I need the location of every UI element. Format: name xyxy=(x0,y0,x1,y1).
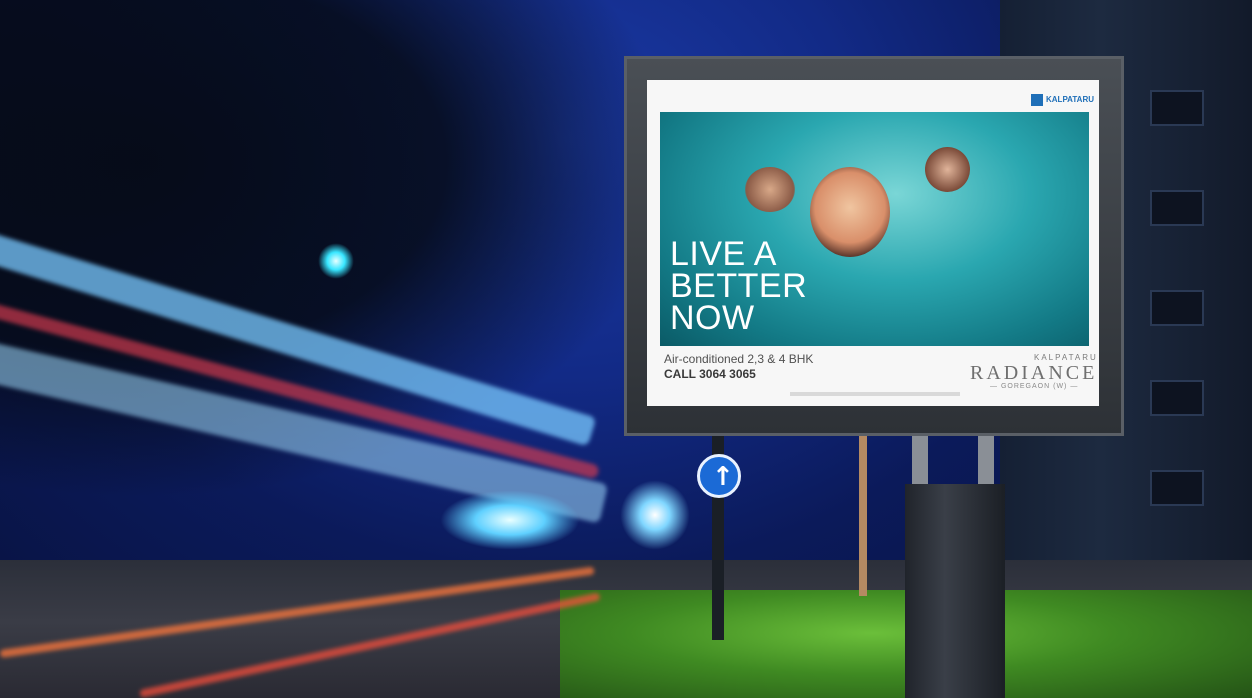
swimming-child xyxy=(745,167,795,212)
street-light xyxy=(440,490,580,550)
logo-mark-icon xyxy=(1031,94,1043,106)
billboard-pole xyxy=(912,430,928,490)
logo-text: KALPATARU xyxy=(1046,95,1094,104)
building-window xyxy=(1150,90,1204,126)
building-window xyxy=(1150,470,1204,506)
ad-headline: LIVE A BETTER NOW xyxy=(670,235,840,337)
brand-location: — GOREGAON (W) — xyxy=(990,383,1079,390)
ad-phone: CALL 3064 3065 xyxy=(664,367,756,381)
building-window xyxy=(1150,290,1204,326)
swimming-child xyxy=(925,147,970,192)
sign-post xyxy=(859,436,867,596)
headline-line: NOW xyxy=(670,299,755,337)
billboard-pole xyxy=(978,430,994,490)
developer-logo: KALPATARU xyxy=(1031,94,1094,106)
headline-line: BETTER xyxy=(670,267,808,305)
night-street-scene: KALPATARU LIVE A BETTER NOW Air-conditio… xyxy=(0,0,1252,698)
one-way-sign-icon xyxy=(697,454,741,498)
brand-top: KALPATARU xyxy=(1034,353,1098,362)
headline-line: LIVE A xyxy=(670,235,777,273)
building-window xyxy=(1150,190,1204,226)
ad-subtitle: Air-conditioned 2,3 & 4 BHK xyxy=(664,352,814,366)
building-window xyxy=(1150,380,1204,416)
street-light xyxy=(318,243,354,279)
fine-print-line xyxy=(790,392,960,396)
street-light xyxy=(620,480,690,550)
brand-name: RADIANCE xyxy=(970,362,1098,384)
billboard-stand xyxy=(905,484,1005,698)
